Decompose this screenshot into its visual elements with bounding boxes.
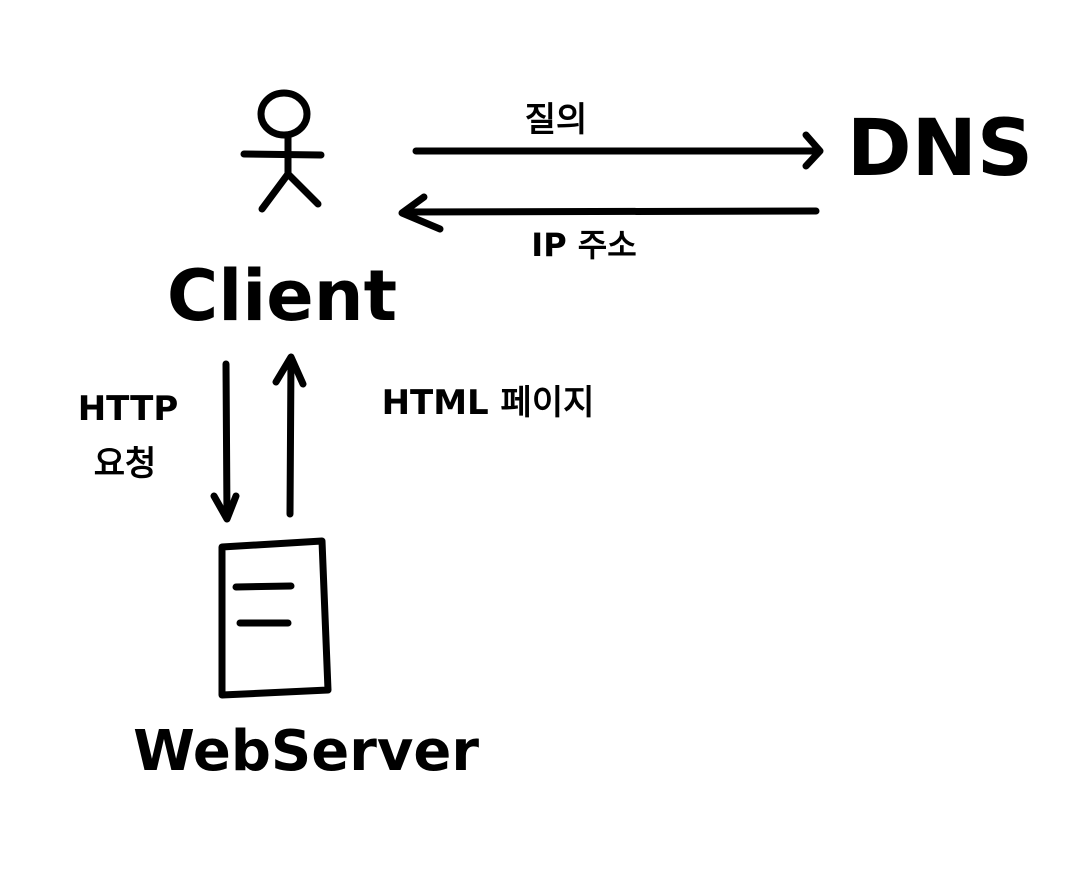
http-request-arrow [210,360,240,523]
query-arrow [412,131,824,170]
web-server-label: WebServer [133,719,479,784]
html-page-label: HTML 페이지 [382,383,595,423]
client-label: Client [167,255,397,337]
stick-figure-icon [240,89,325,213]
http-request-label-line1: HTTP [78,389,179,429]
server-icon [218,537,332,699]
dns-web-request-diagram: 질의 IP 주소 DNS Client HTTP 요청 HTML 페이지 Web… [78,89,1033,784]
query-label: 질의 [525,100,588,140]
http-request-label-line2: 요청 [94,444,157,484]
html-page-arrow [272,353,307,518]
ip-address-label: IP 주소 [531,226,636,264]
dns-label: DNS [847,104,1033,194]
ip-address-arrow [398,193,820,233]
